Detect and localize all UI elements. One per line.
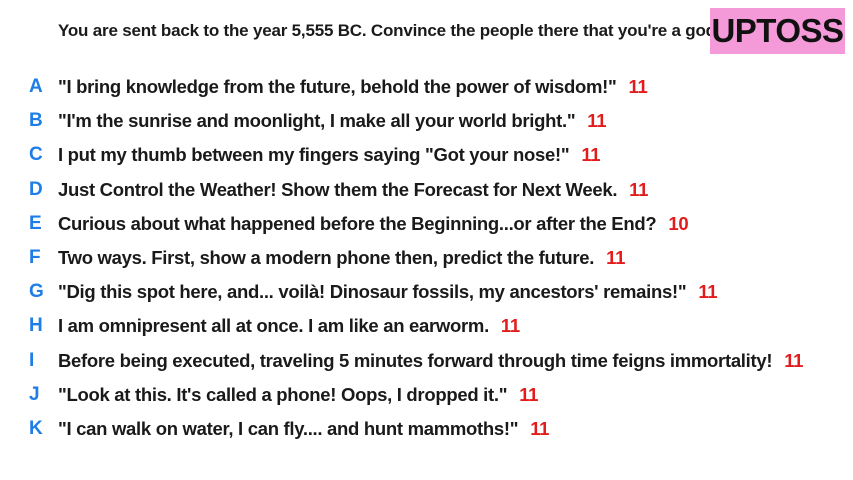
answer-item: C I put my thumb between my fingers sayi… <box>0 138 853 172</box>
answer-item: E Curious about what happened before the… <box>0 207 853 241</box>
answer-score: 11 <box>581 144 601 166</box>
answer-text: "I bring knowledge from the future, beho… <box>58 76 617 98</box>
answer-text: Two ways. First, show a modern phone the… <box>58 247 595 269</box>
prompt-text: You are sent back to the year 5,555 BC. … <box>58 21 721 40</box>
answer-item: F Two ways. First, show a modern phone t… <box>0 241 853 275</box>
answer-line: "I bring knowledge from the future, beho… <box>58 76 648 98</box>
answer-letter: D <box>29 178 43 200</box>
uptoss-logo: UPTOSS <box>710 8 845 54</box>
answer-letter: I <box>29 349 35 371</box>
answer-list: A "I bring knowledge from the future, be… <box>0 70 853 446</box>
answer-score: 10 <box>668 212 689 234</box>
answer-score: 11 <box>629 178 649 200</box>
answer-line: I put my thumb between my fingers saying… <box>58 144 601 166</box>
answer-text: "I'm the sunrise and moonlight, I make a… <box>58 110 576 132</box>
answer-letter: F <box>29 247 41 269</box>
answer-item: B "I'm the sunrise and moonlight, I make… <box>0 104 853 138</box>
answer-line: "Dig this spot here, and... voilà! Dinos… <box>58 281 718 303</box>
answer-letter: K <box>29 417 43 439</box>
answer-item: D Just Control the Weather! Show them th… <box>0 173 853 207</box>
answer-item: G "Dig this spot here, and... voilà! Din… <box>0 275 853 309</box>
answer-text: Curious about what happened before the B… <box>58 212 657 234</box>
answer-item: A "I bring knowledge from the future, be… <box>0 70 853 104</box>
answer-letter: H <box>29 315 43 337</box>
answer-text: "Look at this. It's called a phone! Oops… <box>58 383 508 405</box>
answer-item: I Before being executed, traveling 5 min… <box>0 344 853 378</box>
answer-letter: B <box>29 110 43 132</box>
answer-text: Just Control the Weather! Show them the … <box>58 178 618 200</box>
answer-letter: E <box>29 212 42 234</box>
answer-text: "Dig this spot here, and... voilà! Dinos… <box>58 281 687 303</box>
answer-score: 11 <box>628 76 648 98</box>
answer-score: 11 <box>500 315 520 337</box>
answer-item: K "I can walk on water, I can fly.... an… <box>0 412 853 446</box>
answer-text: "I can walk on water, I can fly.... and … <box>58 417 519 439</box>
answer-line: I am omnipresent all at once. I am like … <box>58 315 520 337</box>
answer-line: Just Control the Weather! Show them the … <box>58 179 648 201</box>
answer-score: 11 <box>698 281 718 303</box>
answer-line: Two ways. First, show a modern phone the… <box>58 247 625 269</box>
answer-score: 11 <box>519 383 539 405</box>
answer-line: "I can walk on water, I can fly.... and … <box>58 418 549 440</box>
answer-letter: C <box>29 144 43 166</box>
answer-score: 11 <box>587 110 607 132</box>
answer-line: "I'm the sunrise and moonlight, I make a… <box>58 110 607 132</box>
answer-text: I put my thumb between my fingers saying… <box>58 144 570 166</box>
answer-line: "Look at this. It's called a phone! Oops… <box>58 384 538 406</box>
answer-text: I am omnipresent all at once. I am like … <box>58 315 489 337</box>
answer-letter: G <box>29 281 44 303</box>
answer-text: Before being executed, traveling 5 minut… <box>58 349 773 371</box>
answer-letter: A <box>29 76 43 98</box>
answer-letter: J <box>29 383 40 405</box>
answer-item: H I am omnipresent all at once. I am lik… <box>0 309 853 343</box>
answer-score: 11 <box>530 417 550 439</box>
answer-item: J "Look at this. It's called a phone! Oo… <box>0 378 853 412</box>
answer-line: Curious about what happened before the B… <box>58 212 689 235</box>
answer-score: 11 <box>606 247 626 269</box>
answer-line: Before being executed, traveling 5 minut… <box>58 350 803 372</box>
answer-score: 11 <box>784 349 804 371</box>
